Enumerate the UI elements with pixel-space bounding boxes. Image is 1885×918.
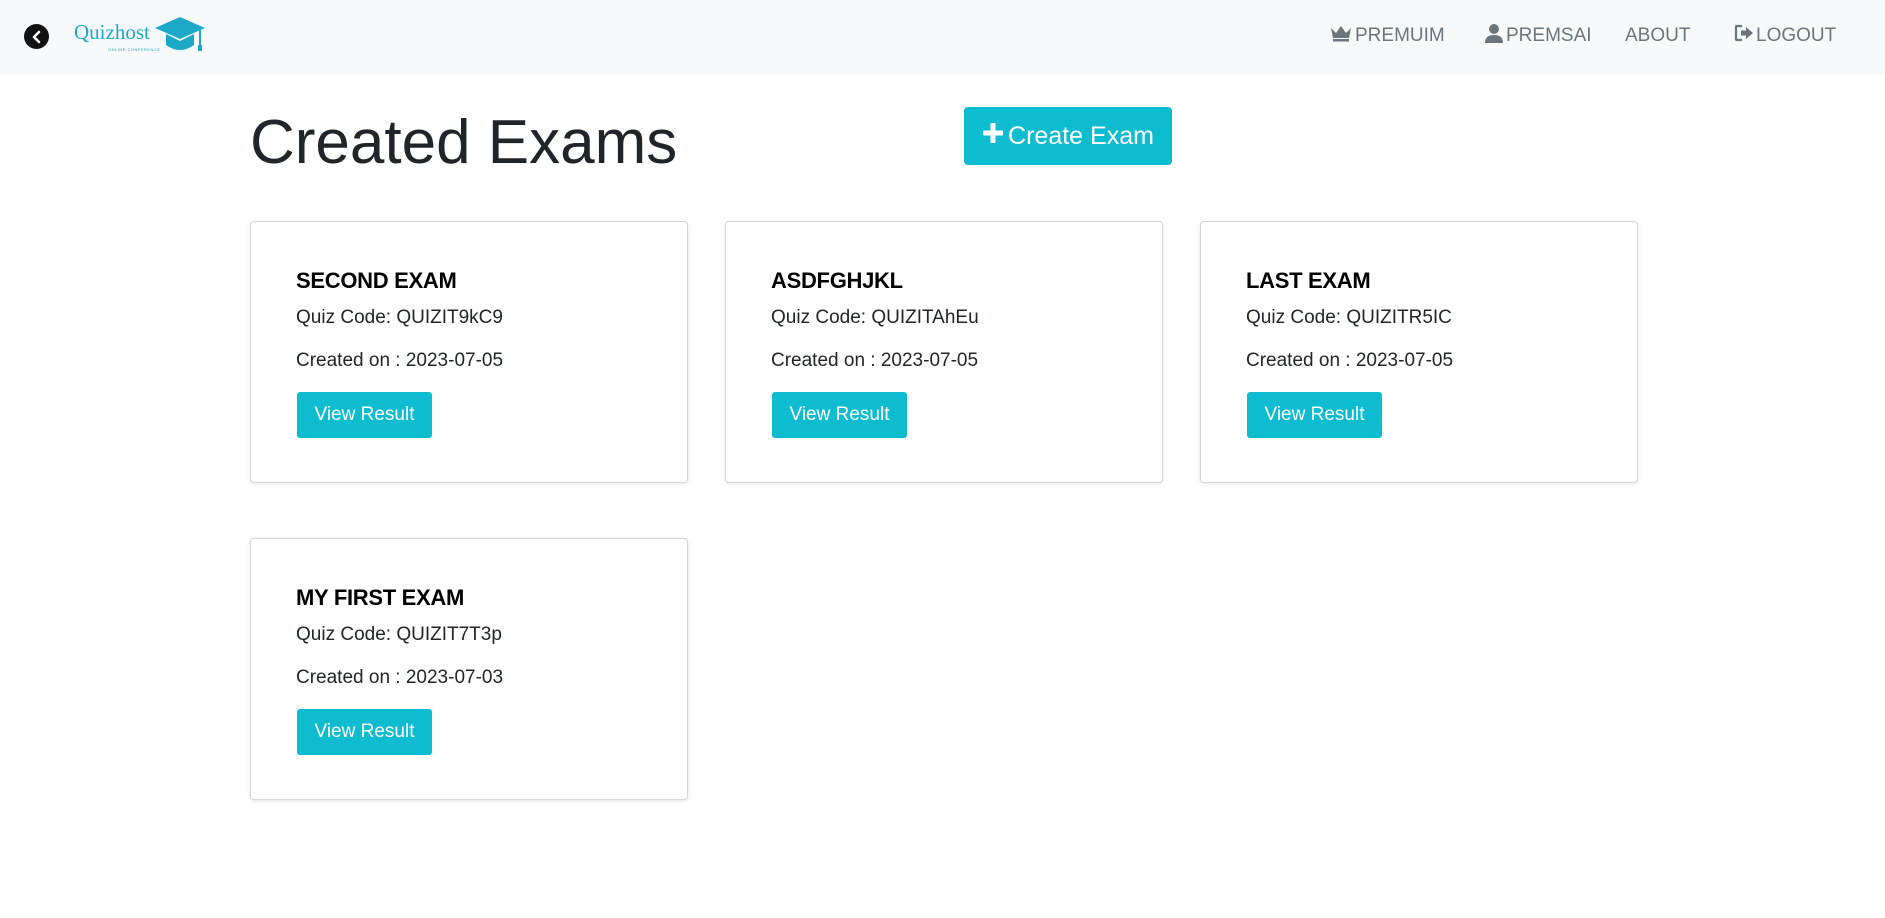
crown-icon [1329, 23, 1355, 49]
quiz-code: Quiz Code: QUIZITAhEu [771, 307, 979, 328]
exam-title: LAST EXAM [1246, 268, 1371, 293]
logo-text: Quizhost [74, 19, 150, 44]
nav-user[interactable]: PREMSAI [1484, 23, 1592, 49]
create-exam-button[interactable]: Create Exam [964, 107, 1172, 165]
exam-card: LAST EXAM Quiz Code: QUIZITR5IC Created … [1200, 221, 1638, 483]
nav-user-label: PREMSAI [1506, 25, 1592, 46]
exam-card: ASDFGHJKL Quiz Code: QUIZITAhEu Created … [725, 221, 1163, 483]
view-result-button[interactable]: View Result [772, 392, 907, 438]
page-title: Created Exams [250, 108, 678, 177]
nav-logout-label: LOGOUT [1756, 25, 1837, 46]
quiz-code: Quiz Code: QUIZITR5IC [1246, 307, 1452, 328]
nav-logout[interactable]: LOGOUT [1734, 24, 1836, 48]
logo[interactable]: Quizhost ONLINE CONFERENCE [74, 15, 206, 59]
exam-card: MY FIRST EXAM Quiz Code: QUIZIT7T3p Crea… [250, 538, 688, 800]
nav-about[interactable]: ABOUT [1625, 25, 1690, 47]
exam-title: ASDFGHJKL [771, 268, 903, 293]
create-exam-label: Create Exam [1008, 121, 1154, 150]
logo-subtext: ONLINE CONFERENCE [108, 47, 161, 52]
exam-card: SECOND EXAM Quiz Code: QUIZIT9kC9 Create… [250, 221, 688, 483]
view-result-button[interactable]: View Result [297, 709, 432, 755]
created-date: Created on : 2023-07-05 [771, 350, 979, 371]
exam-title: SECOND EXAM [296, 268, 457, 293]
nav-premium-label: PREMUIM [1355, 25, 1445, 46]
view-result-button[interactable]: View Result [297, 392, 432, 438]
back-icon[interactable] [24, 24, 49, 49]
created-date: Created on : 2023-07-05 [296, 350, 504, 371]
exam-title: MY FIRST EXAM [296, 585, 465, 610]
graduation-cap-icon [154, 15, 206, 60]
sign-out-icon [1734, 24, 1756, 48]
navbar: Quizhost ONLINE CONFERENCE PREMUIM PREMS… [0, 0, 1885, 75]
quiz-code: Quiz Code: QUIZIT9kC9 [296, 307, 503, 328]
created-date: Created on : 2023-07-03 [296, 667, 504, 688]
quiz-code: Quiz Code: QUIZIT7T3p [296, 624, 502, 645]
nav-premium[interactable]: PREMUIM [1329, 23, 1445, 49]
created-date: Created on : 2023-07-05 [1246, 350, 1454, 371]
plus-icon [982, 122, 1004, 151]
user-icon [1484, 23, 1506, 49]
nav-about-label: ABOUT [1625, 25, 1691, 46]
view-result-button[interactable]: View Result [1247, 392, 1382, 438]
